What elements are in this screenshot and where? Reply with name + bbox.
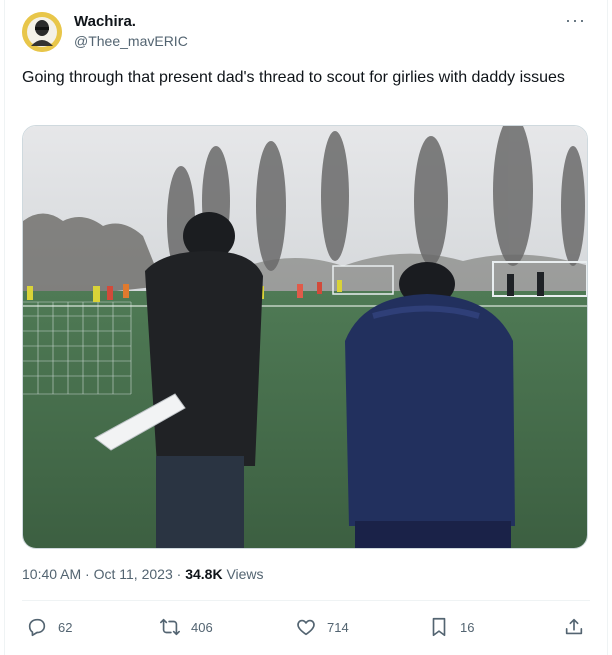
divider: [22, 600, 590, 601]
tweet-text: Going through that present dad's thread …: [22, 69, 565, 86]
meta-separator: ·: [176, 566, 182, 582]
repost-icon: [160, 618, 180, 636]
like-count: 714: [327, 619, 349, 635]
repost-button[interactable]: 406: [159, 612, 213, 642]
heart-icon: [297, 619, 315, 636]
frame-border-left: [4, 0, 5, 655]
bookmark-icon: [432, 617, 446, 637]
avatar-image: [22, 12, 62, 52]
views-label: Views: [226, 566, 264, 582]
bookmark-button[interactable]: 16: [428, 612, 474, 642]
author-handle[interactable]: @Thee_mavERIC: [74, 33, 188, 49]
reply-icon: [28, 618, 46, 637]
reply-button[interactable]: 62: [26, 612, 72, 642]
views-count[interactable]: 34.8K: [185, 566, 222, 582]
tweet-photo[interactable]: [22, 125, 588, 549]
avatar[interactable]: [22, 12, 62, 52]
like-button[interactable]: 714: [295, 612, 349, 642]
more-options-icon[interactable]: ···: [565, 10, 586, 31]
tweet-date[interactable]: Oct 11, 2023: [94, 566, 173, 582]
repost-count: 406: [191, 619, 213, 635]
bookmark-count: 16: [460, 619, 475, 635]
reply-count: 62: [58, 619, 73, 635]
meta-separator: ·: [85, 566, 90, 582]
tweet-time[interactable]: 10:40 AM: [22, 566, 81, 582]
author-name[interactable]: Wachira.: [74, 13, 136, 30]
frame-border-right: [607, 0, 608, 655]
share-icon: [565, 618, 583, 635]
tweet-actions: 62 406 714 16: [22, 612, 592, 642]
share-button[interactable]: [563, 612, 585, 642]
tweet-meta: 10:40 AM · Oct 11, 2023 · 34.8K Views: [22, 566, 264, 582]
photo-illustration: [23, 126, 587, 548]
tweet-header: Wachira. @Thee_mavERIC ···: [20, 10, 592, 54]
